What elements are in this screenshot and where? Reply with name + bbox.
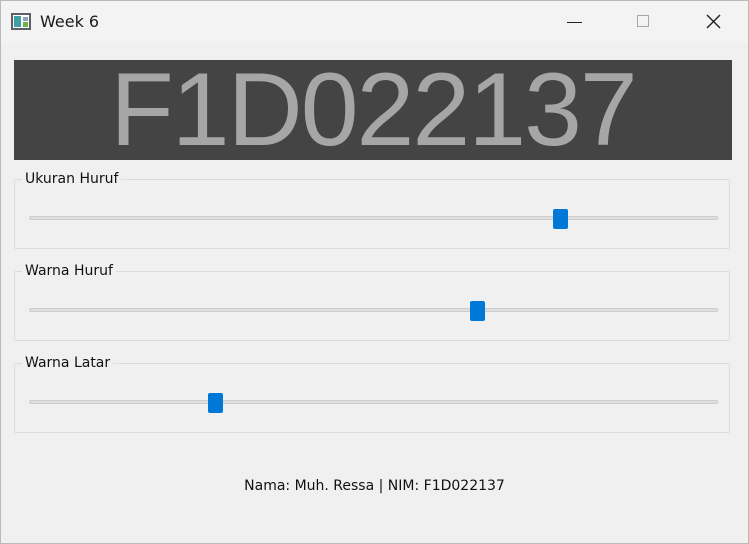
student-info-label: Nama: Muh. Ressa | NIM: F1D022137 [244,478,505,494]
maximize-button[interactable] [620,1,666,43]
ukuran-huruf-slider-track[interactable] [29,216,718,220]
warna-latar-slider-handle[interactable] [208,393,224,413]
app-window-icon [11,13,31,30]
close-button[interactable] [690,1,736,43]
window-title: Week 6 [40,12,100,31]
warna-huruf-slider-track[interactable] [29,308,718,312]
minimize-button[interactable] [551,1,597,43]
warna-huruf-slider-handle[interactable] [469,301,485,321]
warna-latar-slider-track[interactable] [29,400,718,404]
ukuran-huruf-slider-handle[interactable] [552,209,568,229]
warna-latar-label: Warna Latar [22,355,114,371]
ukuran-huruf-group: Ukuran Huruf [14,171,730,249]
nim-display-text: F1D022137 [110,60,638,160]
ukuran-huruf-label: Ukuran Huruf [22,171,122,187]
close-icon [706,14,721,29]
title-bar[interactable]: Week 6 [1,1,748,43]
nim-display: F1D022137 [14,60,732,160]
warna-huruf-group: Warna Huruf [14,263,730,341]
warna-huruf-label: Warna Huruf [22,263,116,279]
warna-latar-group: Warna Latar [14,355,730,433]
